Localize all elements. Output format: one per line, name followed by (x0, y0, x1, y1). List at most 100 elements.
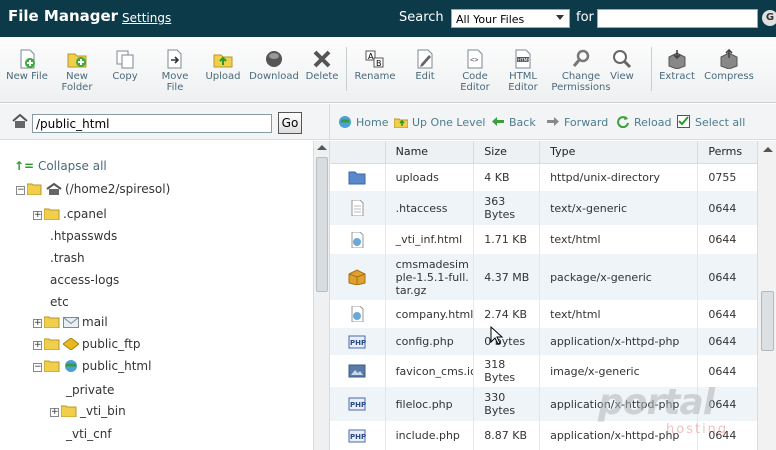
expand-toggle-icon[interactable]: + (33, 211, 42, 220)
type-column-header[interactable]: Type (539, 141, 699, 164)
tree-node-label: mail (82, 315, 108, 329)
rename-button[interactable]: AB Rename (354, 49, 396, 82)
collapse-all-button[interactable]: ↑= Collapse all (14, 159, 107, 173)
tree-node-access-logs[interactable]: access-logs (50, 273, 119, 287)
file-perms[interactable]: 0644 (697, 421, 757, 450)
delete-button[interactable]: Delete (304, 49, 340, 82)
home-icon[interactable] (12, 114, 28, 128)
tree-root[interactable]: − (/home2/spiresol) (16, 182, 170, 196)
table-row[interactable]: cmsmadesimple-1.5.1-full.tar.gz 4.37 MB … (330, 254, 757, 300)
nav-up-button[interactable]: Up One Level (394, 115, 485, 129)
svg-text:A: A (368, 52, 374, 61)
search-go-icon[interactable]: G (762, 10, 776, 26)
ftp-icon (63, 338, 79, 350)
file-size: 1.71 KB (473, 225, 541, 254)
size-column-header[interactable]: Size (473, 141, 541, 164)
upload-button[interactable]: Upload (204, 49, 242, 82)
path-input[interactable]: /public_html (32, 114, 272, 133)
table-row[interactable]: PHP config.php 0 bytes application/x-htt… (330, 328, 757, 355)
file-list-scrollbar[interactable] (757, 141, 776, 450)
tree-node-cpanel[interactable]: + .cpanel (33, 207, 107, 221)
table-row[interactable]: .htaccess 363 Bytes text/x-generic 0644 (330, 191, 757, 225)
file-perms[interactable]: 0644 (697, 191, 757, 225)
text-file-icon (351, 200, 364, 216)
table-row[interactable]: _vti_inf.html 1.71 KB text/html 0644 (330, 225, 757, 254)
copy-button[interactable]: Copy (110, 49, 140, 82)
collapse-toggle-icon[interactable]: − (33, 363, 42, 372)
perms-column-header[interactable]: Perms (697, 141, 757, 164)
code-editor-button[interactable]: <> Code Editor (457, 49, 493, 93)
table-row[interactable]: PHP include.php 8.87 KB application/x-ht… (330, 421, 757, 450)
scroll-up-icon[interactable] (317, 145, 327, 150)
icon-cell (330, 225, 386, 254)
scrollbar-thumb[interactable] (316, 157, 328, 292)
tree-node-private[interactable]: _private (66, 383, 114, 397)
tree-scrollbar[interactable] (313, 141, 329, 450)
code-editor-icon: <> (467, 49, 483, 69)
for-label: for (576, 10, 594, 25)
change-permissions-button[interactable]: Change Permissions (549, 49, 613, 93)
nav-select-all-label: Select all (695, 116, 746, 129)
file-type: application/x-httpd-php (539, 387, 699, 421)
scrollbar-thumb[interactable] (761, 291, 774, 351)
tree-node-public-html[interactable]: − public_html (33, 359, 151, 373)
svg-text:B: B (376, 59, 382, 68)
nav-forward-button[interactable]: Forward (546, 115, 608, 129)
nav-back-button[interactable]: Back (491, 115, 536, 129)
extract-label: Extract (659, 71, 695, 82)
move-file-button[interactable]: Move File (158, 49, 192, 93)
tree-node-mail[interactable]: + mail (33, 315, 108, 329)
table-row[interactable]: favicon_cms.ico 318 Bytes image/x-generi… (330, 355, 757, 387)
html-editor-button[interactable]: HTML HTML Editor (505, 49, 541, 93)
compress-button[interactable]: Compress (703, 49, 755, 82)
search-input[interactable] (597, 9, 758, 28)
expand-toggle-icon[interactable]: + (50, 408, 59, 417)
collapse-toggle-icon[interactable]: − (16, 186, 25, 195)
new-file-button[interactable]: New File (5, 49, 49, 82)
settings-link[interactable]: Settings (122, 11, 171, 25)
tree-node-etc[interactable]: etc (50, 295, 69, 309)
file-size: 0 bytes (473, 328, 541, 355)
tree-node-label: public_html (82, 359, 152, 373)
scroll-up-icon[interactable] (763, 147, 773, 152)
new-folder-button[interactable]: New Folder (59, 49, 95, 93)
nav-reload-button[interactable]: Reload (616, 115, 671, 129)
icon-cell (330, 254, 386, 300)
new-folder-icon (67, 53, 87, 68)
table-row[interactable]: company.html 2.74 KB text/html 0644 (330, 300, 757, 328)
name-column-header[interactable]: Name (385, 141, 475, 164)
file-name: _vti_inf.html (385, 225, 475, 254)
file-perms[interactable]: 0644 (697, 225, 757, 254)
folder-icon (348, 171, 366, 185)
tree-node-vti-bin[interactable]: + _vti_bin (50, 404, 126, 418)
file-size: 4 KB (473, 163, 541, 191)
table-row[interactable]: uploads 4 KB httpd/unix-directory 0755 (330, 163, 757, 191)
nav-home-button[interactable]: Home (338, 115, 388, 129)
file-perms[interactable]: 0644 (697, 328, 757, 355)
expand-toggle-icon[interactable]: + (33, 341, 42, 350)
go-button[interactable]: Go (278, 112, 302, 134)
nav-bar: Home Up One Level Back Forward Reload Se… (329, 104, 776, 140)
file-perms[interactable]: 0644 (697, 355, 757, 387)
file-perms[interactable]: 0644 (697, 387, 757, 421)
file-list: Name Size Type Perms uploads 4 KB httpd/… (329, 141, 757, 450)
mouse-pointer-icon (490, 326, 504, 345)
nav-select-all-button[interactable]: Select all (677, 115, 745, 129)
delete-label: Delete (305, 71, 339, 82)
compress-icon (720, 49, 738, 69)
tree-node-public-ftp[interactable]: + public_ftp (33, 337, 140, 351)
download-button[interactable]: Download (249, 49, 299, 82)
file-perms[interactable]: 0755 (697, 163, 757, 191)
file-perms[interactable]: 0644 (697, 300, 757, 328)
tree-node-vti-cnf[interactable]: _vti_cnf (66, 427, 112, 441)
tree-node-trash[interactable]: .trash (50, 251, 85, 265)
php-file-icon: PHP (348, 397, 366, 411)
extract-button[interactable]: Extract (657, 49, 697, 82)
tree-node-htpasswds[interactable]: .htpasswds (50, 229, 117, 243)
file-perms[interactable]: 0644 (697, 254, 757, 300)
edit-button[interactable]: Edit (412, 49, 438, 82)
table-row[interactable]: PHP fileloc.php 330 Bytes application/x-… (330, 387, 757, 421)
search-scope-select[interactable]: All Your Files (451, 9, 570, 28)
expand-toggle-icon[interactable]: + (33, 319, 42, 328)
view-button[interactable]: View (607, 49, 637, 82)
